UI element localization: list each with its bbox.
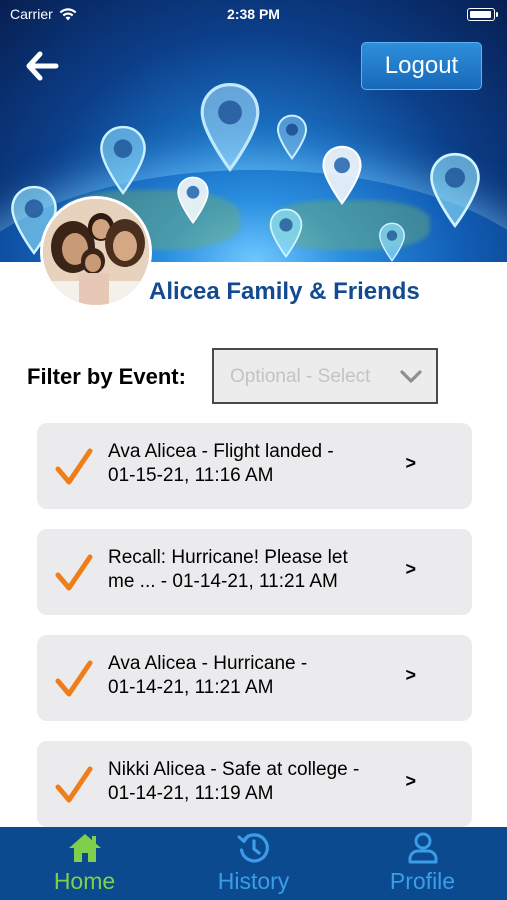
map-pin-icon — [322, 145, 362, 205]
chevron-right-icon: > — [405, 771, 416, 791]
tab-home-label: Home — [53, 868, 116, 894]
filter-label: Filter by Event: — [27, 364, 186, 389]
group-avatar — [40, 196, 152, 308]
family-photo-image — [43, 199, 149, 305]
status-bar: Carrier 2:38 PM — [0, 0, 507, 30]
map-pin-icon — [269, 208, 303, 258]
event-list-item[interactable]: Recall: Hurricane! Please let me ... - 0… — [37, 529, 472, 615]
profile-icon — [408, 832, 437, 864]
checkmark-icon — [55, 554, 93, 591]
chevron-right-icon: > — [405, 559, 416, 579]
event-title: Ava Alicea - Hurricane - — [108, 653, 308, 674]
checkmark-icon — [55, 766, 93, 803]
logout-button[interactable]: Logout — [361, 42, 482, 90]
chevron-down-icon — [400, 370, 422, 383]
event-timestamp: me ... - 01-14-21, 11:21 AM — [108, 571, 338, 592]
event-timestamp: 01-14-21, 11:21 AM — [108, 677, 274, 698]
event-text: Ava Alicea - Hurricane - 01-14-21, 11:21… — [108, 652, 398, 700]
event-list-item[interactable]: Nikki Alicea - Safe at college - 01-14-2… — [37, 741, 472, 827]
map-pin-icon — [379, 222, 405, 262]
status-time: 2:38 PM — [227, 6, 280, 22]
event-timestamp: 01-14-21, 11:19 AM — [108, 783, 274, 804]
tab-history-label: History — [217, 868, 290, 894]
event-filter-dropdown[interactable]: Optional - Select — [212, 348, 438, 404]
chevron-right-icon: > — [405, 665, 416, 685]
event-title: Nikki Alicea - Safe at college - — [108, 759, 360, 780]
map-pin-icon — [430, 152, 480, 228]
event-text: Recall: Hurricane! Please let me ... - 0… — [108, 546, 398, 594]
event-title: Recall: Hurricane! Please let — [108, 547, 348, 568]
tab-profile[interactable]: Profile — [338, 827, 507, 900]
home-icon — [68, 834, 101, 862]
back-arrow-icon[interactable] — [24, 48, 60, 84]
event-list-item[interactable]: Ava Alicea - Hurricane - 01-14-21, 11:21… — [37, 635, 472, 721]
battery-icon — [467, 8, 498, 21]
tab-history[interactable]: History — [169, 827, 338, 900]
event-filter-placeholder: Optional - Select — [230, 366, 371, 387]
group-title: Alicea Family & Friends — [149, 278, 420, 305]
event-text: Nikki Alicea - Safe at college - 01-14-2… — [108, 758, 398, 806]
map-pin-icon — [276, 114, 308, 160]
event-list-item[interactable]: Ava Alicea - Flight landed - 01-15-21, 1… — [37, 423, 472, 509]
map-pin-icon — [177, 176, 209, 224]
history-icon — [237, 833, 269, 863]
tab-bar: Home History Profile — [0, 827, 507, 900]
checkmark-icon — [55, 660, 93, 697]
chevron-right-icon: > — [405, 453, 416, 473]
tab-home[interactable]: Home — [0, 827, 169, 900]
tab-profile-label: Profile — [389, 868, 456, 894]
event-text: Ava Alicea - Flight landed - 01-15-21, 1… — [108, 440, 398, 488]
checkmark-icon — [55, 448, 93, 485]
map-pin-icon — [200, 83, 260, 172]
event-title: Ava Alicea - Flight landed - — [108, 441, 334, 462]
event-timestamp: 01-15-21, 11:16 AM — [108, 465, 274, 486]
map-pin-icon — [100, 125, 146, 195]
